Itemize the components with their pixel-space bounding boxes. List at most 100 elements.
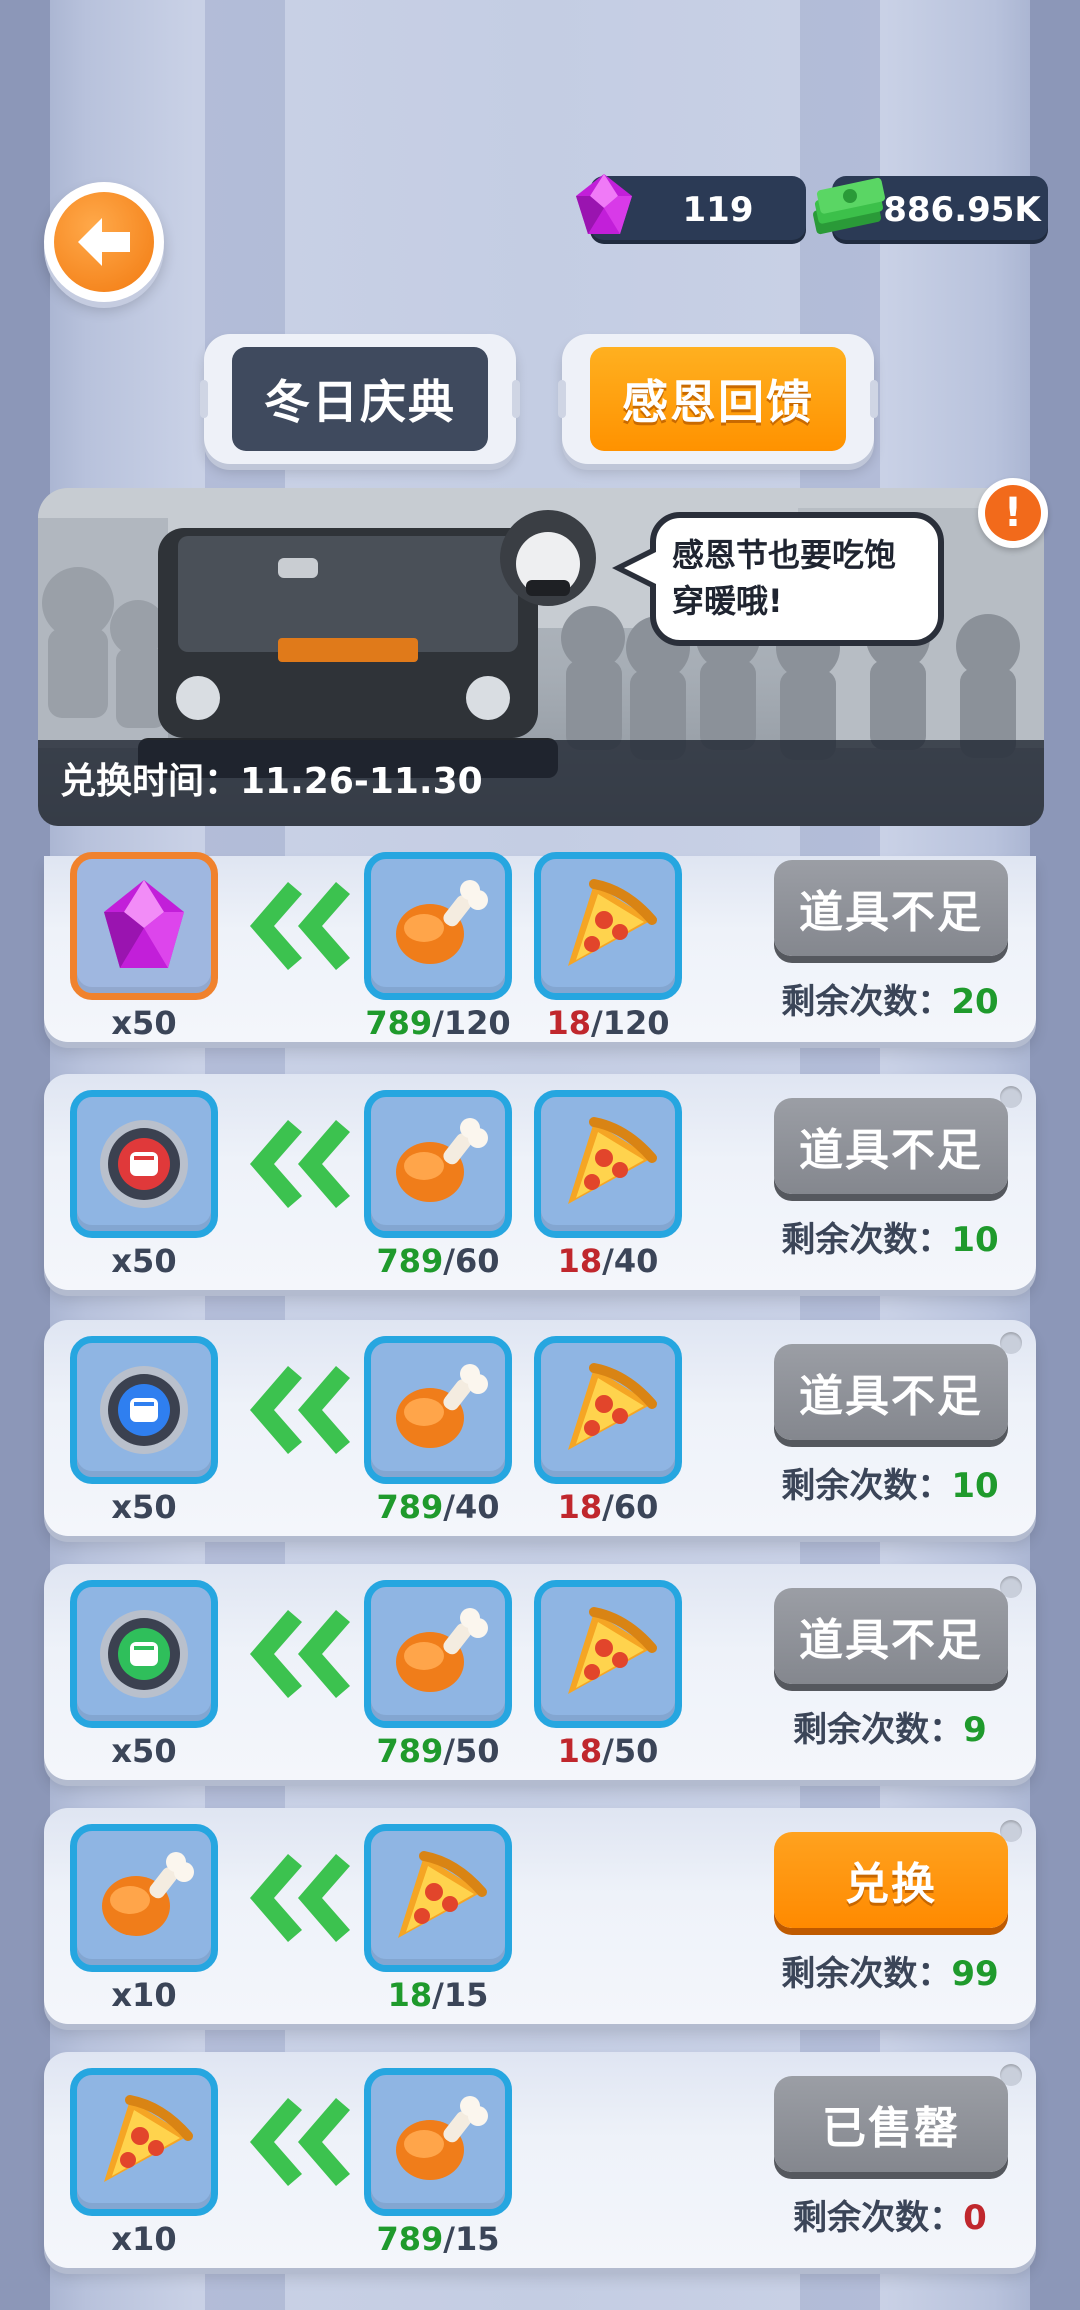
remaining-value: 10 <box>951 1220 999 1260</box>
tab-thanksgiving[interactable]: 感恩回馈 <box>558 334 878 464</box>
exchange-arrows <box>240 876 350 980</box>
required-amount: /60 <box>602 1488 659 1526</box>
owned-amount: 789 <box>376 2220 444 2258</box>
required-amount: /120 <box>591 1004 670 1042</box>
owned-amount: 18 <box>546 1004 592 1042</box>
drumstick-icon <box>396 1364 488 1448</box>
required-amount: /50 <box>443 1732 500 1770</box>
reward-quantity: x50 <box>111 1732 177 1770</box>
drumstick-icon <box>396 880 488 964</box>
exchange-arrows <box>240 2092 350 2196</box>
exclamation-icon: ! <box>1003 490 1023 536</box>
insufficient-items-button[interactable]: 道具不足 <box>774 1344 1008 1440</box>
pizza-icon <box>568 879 657 966</box>
cost-slot[interactable] <box>364 852 512 1000</box>
reward-slot[interactable] <box>70 2068 218 2216</box>
tab-nub <box>200 380 208 418</box>
owned-amount: 18 <box>557 1242 603 1280</box>
remaining-label: 剩余次数： <box>781 982 952 1022</box>
remaining-label: 剩余次数： <box>793 1710 964 1750</box>
owned-amount: 18 <box>557 1732 603 1770</box>
cost-quantity: 789/50 <box>364 1732 512 1770</box>
reward-slot[interactable] <box>70 1580 218 1728</box>
reward-quantity: x50 <box>111 1004 177 1042</box>
owned-amount: 18 <box>387 1976 433 2014</box>
reward-slot[interactable] <box>70 1824 218 1972</box>
drumstick-icon <box>396 1608 488 1692</box>
cost-slot[interactable] <box>364 2068 512 2216</box>
cost-quantity: 789/60 <box>364 1242 512 1280</box>
required-amount: /15 <box>432 1976 489 2014</box>
exchange-arrows <box>240 1360 350 1464</box>
remaining-count: 剩余次数：9 <box>750 1702 1030 1751</box>
speech-bubble: 感恩节也要吃饱穿暖哦! <box>650 512 944 646</box>
double-chevron-left-icon <box>250 882 350 970</box>
reward-slot[interactable] <box>70 1336 218 1484</box>
remaining-count: 剩余次数：20 <box>750 974 1030 1023</box>
cost-slot[interactable] <box>534 1580 682 1728</box>
reward-slot[interactable] <box>70 1090 218 1238</box>
remaining-count: 剩余次数：99 <box>750 1946 1030 1995</box>
double-chevron-left-icon <box>250 1610 350 1698</box>
remaining-count: 剩余次数：10 <box>750 1458 1030 1507</box>
exchange-arrows <box>240 1114 350 1218</box>
back-button[interactable] <box>44 182 164 302</box>
required-amount: /50 <box>602 1732 659 1770</box>
exchange-arrows <box>240 1604 350 1708</box>
pizza-icon <box>568 1117 657 1204</box>
cost-quantity: 18/15 <box>364 1976 512 2014</box>
red-fist-token-icon <box>100 1120 188 1208</box>
cost-slot[interactable] <box>364 1580 512 1728</box>
required-amount: /15 <box>443 2220 500 2258</box>
cost-slot[interactable] <box>534 1336 682 1484</box>
blue-fist-token-icon <box>100 1366 188 1454</box>
pizza-icon <box>568 1363 657 1450</box>
cost-slot[interactable] <box>364 1824 512 1972</box>
cost-quantity: 18/40 <box>534 1242 682 1280</box>
cost-slot[interactable] <box>534 1090 682 1238</box>
remaining-label: 剩余次数： <box>781 1466 952 1506</box>
remaining-count: 剩余次数：0 <box>750 2190 1030 2239</box>
cost-slot[interactable] <box>364 1336 512 1484</box>
cash-amount: 886.95K <box>883 190 1041 230</box>
double-chevron-left-icon <box>250 1366 350 1454</box>
drumstick-icon <box>396 2096 488 2180</box>
cost-quantity: 18/120 <box>534 1004 682 1042</box>
owned-amount: 789 <box>376 1242 444 1280</box>
pizza-icon <box>104 2095 193 2182</box>
reward-slot[interactable] <box>70 852 218 1000</box>
cost-quantity: 18/50 <box>534 1732 682 1770</box>
required-amount: /40 <box>443 1488 500 1526</box>
gem-icon <box>104 880 184 968</box>
tab-nub <box>558 380 566 418</box>
double-chevron-left-icon <box>250 1120 350 1208</box>
double-chevron-left-icon <box>250 1854 350 1942</box>
reward-quantity: x10 <box>111 2220 177 2258</box>
drumstick-icon <box>396 1118 488 1202</box>
remaining-value: 0 <box>963 2198 987 2238</box>
owned-amount: 18 <box>557 1488 603 1526</box>
remaining-value: 99 <box>951 1954 999 1994</box>
cost-slot[interactable] <box>364 1090 512 1238</box>
cost-quantity: 789/15 <box>364 2220 512 2258</box>
owned-amount: 789 <box>376 1732 444 1770</box>
info-button[interactable]: ! <box>978 478 1048 548</box>
remaining-label: 剩余次数： <box>781 1220 952 1260</box>
remaining-value: 20 <box>951 982 999 1022</box>
owned-amount: 789 <box>365 1004 433 1042</box>
reward-quantity: x50 <box>111 1488 177 1526</box>
pizza-icon <box>398 1851 487 1938</box>
background-pillar-right <box>1030 0 1080 2310</box>
cost-quantity: 789/120 <box>364 1004 512 1042</box>
insufficient-items-button[interactable]: 道具不足 <box>774 1098 1008 1194</box>
required-amount: /60 <box>443 1242 500 1280</box>
insufficient-items-button[interactable]: 道具不足 <box>774 860 1008 956</box>
tab-winter-festival[interactable]: 冬日庆典 <box>200 334 520 464</box>
double-chevron-left-icon <box>250 2098 350 2186</box>
cash-stack-icon <box>812 177 886 235</box>
reward-quantity: x50 <box>111 1242 177 1280</box>
insufficient-items-button[interactable]: 道具不足 <box>774 1588 1008 1684</box>
exchange-button[interactable]: 兑换 <box>774 1832 1008 1928</box>
cost-slot[interactable] <box>534 852 682 1000</box>
sold-out-button[interactable]: 已售罄 <box>774 2076 1008 2172</box>
